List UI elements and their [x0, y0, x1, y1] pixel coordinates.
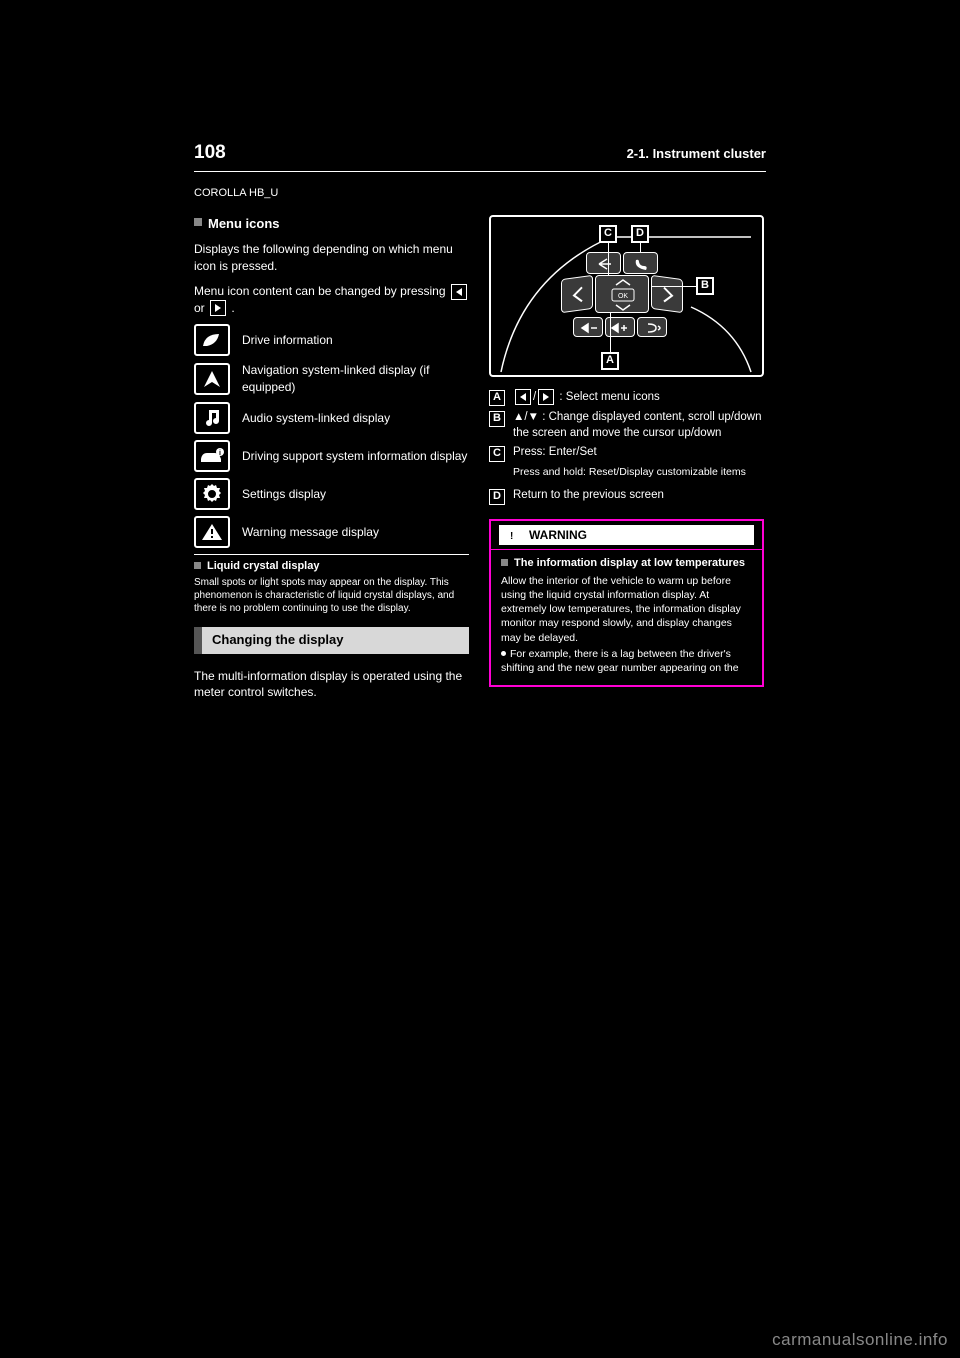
- up-symbol: ▲: [513, 411, 524, 423]
- watermark: carmanualsonline.info: [772, 1330, 948, 1350]
- menu-intro-2: Menu icon content can be changed by pres…: [194, 283, 469, 317]
- section-path: 2-1. Instrument cluster: [627, 145, 766, 163]
- legend-a: A / : Select menu icons: [489, 389, 764, 406]
- chapter-label: COROLLA HB_U: [194, 186, 766, 201]
- liquid-crystal-title: Liquid crystal display: [207, 559, 319, 574]
- menu-icons-heading: Menu icons: [194, 215, 469, 233]
- menu-icons-title: Menu icons: [208, 215, 280, 233]
- right-button-shape: [651, 275, 683, 313]
- right-arrow-icon: [538, 389, 554, 405]
- changing-display-label: Changing the display: [202, 627, 469, 653]
- icon-row-settings: Settings display: [194, 478, 469, 510]
- menu-intro-2a: Menu icon content can be changed by pres…: [194, 284, 449, 298]
- icon-row-label: Navigation system-linked display (if equ…: [242, 362, 469, 396]
- callout-b: B: [696, 277, 714, 295]
- vol-down-button-shape: [573, 317, 603, 337]
- warning-sub-row: The information display at low temperatu…: [501, 556, 752, 571]
- nav-arrow-icon: [194, 363, 230, 395]
- icon-row-warning: Warning message display: [194, 516, 469, 548]
- warning-body: The information display at low temperatu…: [491, 550, 762, 685]
- left-column: Menu icons Displays the following depend…: [194, 215, 469, 709]
- icon-row-nav: Navigation system-linked display (if equ…: [194, 362, 469, 396]
- leader-line: [608, 243, 609, 275]
- right-column: OK C D B A: [489, 215, 764, 709]
- legend-d-text: Return to the previous screen: [513, 488, 664, 504]
- legend-a-desc: : Select menu icons: [559, 391, 659, 403]
- two-columns: Menu icons Displays the following depend…: [194, 215, 766, 709]
- menu-intro-2b: or: [194, 301, 208, 315]
- down-symbol: ▼: [528, 411, 539, 423]
- voice-button-shape: [637, 317, 667, 337]
- icon-row-label: Drive information: [242, 332, 333, 349]
- legend-b-text: ▲/▼ : Change displayed content, scroll u…: [513, 410, 764, 441]
- icon-row-label: Settings display: [242, 486, 326, 503]
- warning-triangle-icon: [505, 528, 521, 542]
- legend-d: D Return to the previous screen: [489, 488, 764, 505]
- music-note-icon: [194, 402, 230, 434]
- liquid-crystal-heading: Liquid crystal display: [194, 559, 469, 574]
- car-info-icon: i: [194, 440, 230, 472]
- leaf-icon: [194, 324, 230, 356]
- changing-display-text: The multi-information display is operate…: [194, 668, 469, 702]
- left-arrow-icon: [451, 284, 467, 300]
- svg-text:OK: OK: [618, 293, 628, 300]
- changing-display-heading: Changing the display: [194, 627, 469, 653]
- back-button-shape: [586, 252, 621, 274]
- callout-d: D: [631, 225, 649, 243]
- warning-paragraph-2-text: For example, there is a lag between the …: [501, 648, 739, 674]
- warning-paragraph-1: Allow the interior of the vehicle to war…: [501, 574, 752, 645]
- icon-row-audio: Audio system-linked display: [194, 402, 469, 434]
- ok-button-shape: OK: [595, 275, 649, 313]
- square-bullet-icon: [501, 559, 508, 566]
- liquid-crystal-text: Small spots or light spots may appear on…: [194, 576, 469, 615]
- warning-subtitle: The information display at low temperatu…: [514, 556, 745, 571]
- heading-tab: [194, 627, 202, 653]
- menu-intro-1: Displays the following depending on whic…: [194, 241, 469, 275]
- icon-row-label: Warning message display: [242, 524, 379, 541]
- page-number: 108: [194, 140, 226, 167]
- dot-icon: [501, 651, 506, 656]
- legend-c-sub: Press and hold: Reset/Display customizab…: [513, 466, 764, 480]
- page-header: 108 2-1. Instrument cluster: [194, 140, 766, 172]
- divider: [194, 554, 469, 555]
- manual-page: 108 2-1. Instrument cluster COROLLA HB_U…: [194, 140, 766, 1220]
- legend-box-d: D: [489, 489, 505, 505]
- warning-paragraph-2: For example, there is a lag between the …: [501, 647, 752, 675]
- legend-b: B ▲/▼ : Change displayed content, scroll…: [489, 410, 764, 441]
- legend-c-text: Press: Enter/Set: [513, 445, 597, 461]
- leader-line: [651, 286, 696, 287]
- legend-box-b: B: [489, 411, 505, 427]
- leader-line: [610, 312, 611, 352]
- callout-c: C: [599, 225, 617, 243]
- svg-text:i: i: [219, 450, 221, 457]
- left-button-shape: [561, 275, 593, 313]
- legend-c: C Press: Enter/Set: [489, 445, 764, 462]
- warning-title: WARNING: [529, 527, 587, 544]
- phone-button-shape: [623, 252, 658, 274]
- icon-row-label: Driving support system information displ…: [242, 448, 467, 465]
- legend-box-c: C: [489, 446, 505, 462]
- legend-b-desc: : Change displayed content, scroll up/do…: [513, 411, 761, 439]
- icon-row-drive: Drive information: [194, 324, 469, 356]
- right-arrow-icon: [210, 300, 226, 316]
- legend-a-text: / : Select menu icons: [513, 389, 660, 406]
- warning-header: WARNING: [491, 521, 762, 551]
- warning-triangle-icon: [194, 516, 230, 548]
- square-bullet-icon: [194, 218, 202, 226]
- gear-icon: [194, 478, 230, 510]
- menu-intro-2c: .: [231, 301, 234, 315]
- left-arrow-icon: [515, 389, 531, 405]
- icon-row-label: Audio system-linked display: [242, 410, 390, 427]
- callout-a: A: [601, 352, 619, 370]
- icon-row-driving-support: i Driving support system information dis…: [194, 440, 469, 472]
- warning-box: WARNING The information display at low t…: [489, 519, 764, 687]
- steering-control-diagram: OK C D B A: [489, 215, 764, 377]
- legend-box-a: A: [489, 390, 505, 406]
- square-bullet-icon: [194, 562, 201, 569]
- leader-line: [640, 243, 641, 253]
